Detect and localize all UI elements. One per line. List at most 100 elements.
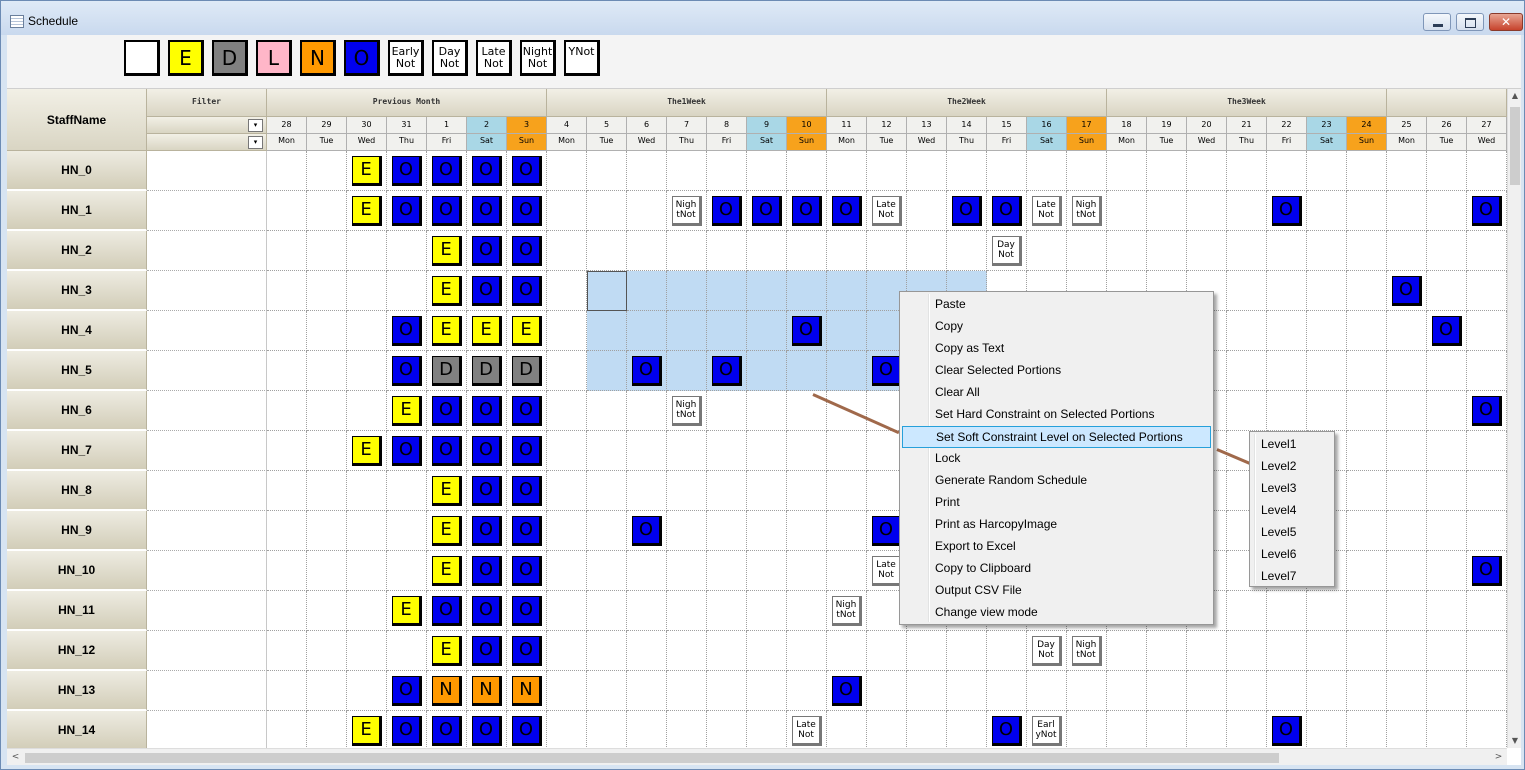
minimize-button[interactable] — [1423, 13, 1451, 31]
schedule-cell[interactable] — [1347, 151, 1387, 191]
schedule-cell[interactable]: E — [427, 511, 467, 551]
schedule-cell[interactable]: O — [1467, 391, 1507, 431]
submenu-item-level3[interactable]: Level3 — [1252, 478, 1332, 500]
schedule-cell[interactable]: O — [507, 711, 547, 748]
staff-row-header[interactable]: HN_8 — [7, 471, 147, 511]
schedule-cell[interactable] — [1467, 271, 1507, 311]
schedule-cell[interactable] — [1387, 231, 1427, 271]
date-header-16[interactable]: 13 — [907, 117, 947, 134]
schedule-cell[interactable] — [747, 551, 787, 591]
schedule-cell[interactable] — [747, 271, 787, 311]
schedule-cell[interactable] — [707, 311, 747, 351]
schedule-cell[interactable] — [547, 431, 587, 471]
filter-cell[interactable] — [147, 151, 267, 191]
schedule-cell[interactable] — [747, 311, 787, 351]
schedule-cell[interactable] — [1467, 511, 1507, 551]
close-button[interactable]: ✕ — [1489, 13, 1523, 31]
schedule-cell[interactable]: E — [347, 151, 387, 191]
shift-chip[interactable]: O — [1432, 316, 1462, 346]
shift-chip[interactable]: Day Not — [992, 236, 1022, 266]
schedule-cell[interactable] — [587, 431, 627, 471]
schedule-cell[interactable]: O — [427, 711, 467, 748]
schedule-cell[interactable]: E — [387, 391, 427, 431]
shift-chip[interactable]: O — [512, 556, 542, 586]
shift-chip[interactable]: O — [472, 196, 502, 226]
shift-chip[interactable]: Nigh tNot — [832, 596, 862, 626]
schedule-cell[interactable] — [1227, 151, 1267, 191]
schedule-cell[interactable]: O — [947, 191, 987, 231]
schedule-cell[interactable] — [1387, 671, 1427, 711]
schedule-cell[interactable]: E — [427, 231, 467, 271]
weekday-header-9[interactable]: Wed — [627, 134, 667, 151]
shift-chip[interactable]: E — [352, 196, 382, 226]
palette-button-3[interactable]: L — [256, 40, 292, 76]
shift-chip[interactable]: O — [432, 436, 462, 466]
shift-chip[interactable]: O — [512, 276, 542, 306]
schedule-cell[interactable]: D — [467, 351, 507, 391]
schedule-cell[interactable]: O — [507, 271, 547, 311]
schedule-cell[interactable]: O — [507, 511, 547, 551]
schedule-cell[interactable]: O — [467, 271, 507, 311]
submenu-item-level6[interactable]: Level6 — [1252, 544, 1332, 566]
schedule-cell[interactable] — [867, 151, 907, 191]
schedule-cell[interactable] — [1387, 151, 1427, 191]
schedule-cell[interactable] — [1347, 231, 1387, 271]
schedule-cell[interactable] — [627, 471, 667, 511]
schedule-cell[interactable] — [947, 631, 987, 671]
schedule-cell[interactable] — [1267, 231, 1307, 271]
schedule-cell[interactable]: O — [1467, 551, 1507, 591]
schedule-cell[interactable] — [827, 351, 867, 391]
schedule-cell[interactable] — [667, 711, 707, 748]
schedule-cell[interactable] — [907, 191, 947, 231]
schedule-cell[interactable]: O — [467, 551, 507, 591]
schedule-cell[interactable]: O — [1467, 191, 1507, 231]
date-header-9[interactable]: 6 — [627, 117, 667, 134]
schedule-cell[interactable]: E — [427, 271, 467, 311]
schedule-cell[interactable] — [787, 271, 827, 311]
weekday-header-28[interactable]: Mon — [1387, 134, 1427, 151]
schedule-cell[interactable] — [1347, 591, 1387, 631]
title-bar[interactable]: Schedule ✕ — [1, 1, 1524, 35]
schedule-cell[interactable]: O — [467, 471, 507, 511]
schedule-cell[interactable]: O — [467, 711, 507, 748]
filter-cell[interactable] — [147, 471, 267, 511]
date-header-20[interactable]: 17 — [1067, 117, 1107, 134]
schedule-cell[interactable] — [867, 231, 907, 271]
schedule-cell[interactable] — [747, 151, 787, 191]
schedule-cell[interactable] — [587, 591, 627, 631]
schedule-cell[interactable]: O — [627, 511, 667, 551]
filter-cell[interactable] — [147, 551, 267, 591]
weekday-header-2[interactable]: Wed — [347, 134, 387, 151]
shift-chip[interactable]: E — [432, 636, 462, 666]
schedule-cell[interactable]: O — [427, 191, 467, 231]
schedule-cell[interactable] — [947, 151, 987, 191]
schedule-cell[interactable] — [267, 671, 307, 711]
schedule-cell[interactable] — [667, 591, 707, 631]
schedule-cell[interactable] — [1387, 551, 1427, 591]
shift-chip[interactable]: O — [512, 476, 542, 506]
staff-row-header[interactable]: HN_14 — [7, 711, 147, 748]
schedule-cell[interactable] — [267, 271, 307, 311]
schedule-cell[interactable] — [787, 151, 827, 191]
schedule-cell[interactable] — [1427, 671, 1467, 711]
shift-chip[interactable]: Late Not — [1032, 196, 1062, 226]
schedule-cell[interactable] — [307, 591, 347, 631]
shift-chip[interactable]: E — [432, 476, 462, 506]
staff-row-header[interactable]: HN_3 — [7, 271, 147, 311]
schedule-cell[interactable] — [1107, 231, 1147, 271]
schedule-cell[interactable] — [1227, 311, 1267, 351]
schedule-cell[interactable] — [307, 391, 347, 431]
schedule-cell[interactable]: O — [1427, 311, 1467, 351]
schedule-cell[interactable]: O — [427, 431, 467, 471]
shift-chip[interactable]: D — [472, 356, 502, 386]
schedule-cell[interactable] — [667, 671, 707, 711]
shift-chip[interactable]: O — [512, 716, 542, 746]
menu-item-clear-selected-portions[interactable]: Clear Selected Portions — [902, 360, 1211, 382]
shift-chip[interactable]: O — [832, 676, 862, 706]
schedule-cell[interactable]: O — [427, 151, 467, 191]
schedule-cell[interactable] — [1387, 311, 1427, 351]
menu-item-change-view-mode[interactable]: Change view mode — [902, 602, 1211, 624]
schedule-cell[interactable] — [1307, 311, 1347, 351]
staff-row-header[interactable]: HN_11 — [7, 591, 147, 631]
schedule-cell[interactable] — [1467, 151, 1507, 191]
